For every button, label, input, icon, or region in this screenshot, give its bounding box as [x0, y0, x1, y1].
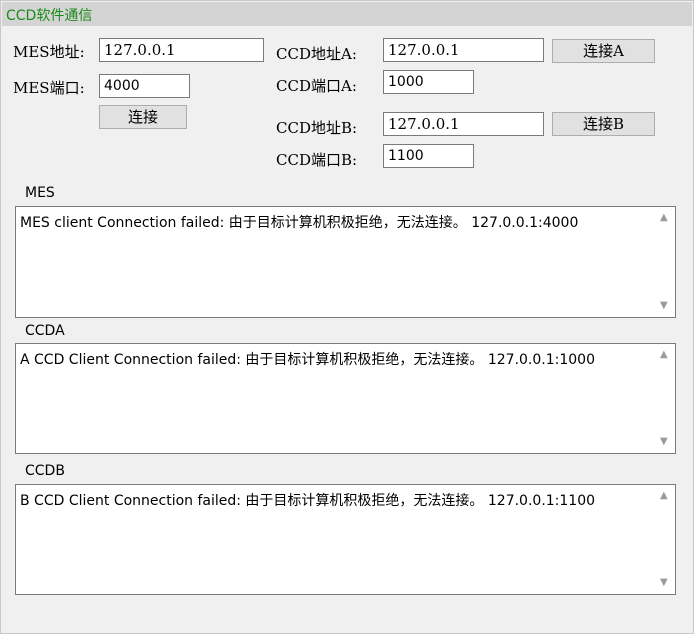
- ccda-log-scrollbar[interactable]: ▲ ▼: [655, 344, 675, 453]
- mes-port-input[interactable]: 4000: [99, 74, 190, 98]
- ccdb-log-scrollbar[interactable]: ▲ ▼: [655, 485, 675, 594]
- ccdb-log-label: CCDB: [25, 463, 65, 479]
- ccd-b-port-input[interactable]: 1100: [383, 144, 474, 168]
- ccdb-log-textarea[interactable]: B CCD Client Connection failed: 由于目标计算机积…: [15, 484, 676, 595]
- scroll-up-icon[interactable]: ▲: [660, 491, 668, 501]
- scroll-up-icon[interactable]: ▲: [660, 213, 668, 223]
- mes-port-label: MES端口:: [13, 79, 85, 97]
- ccd-b-connect-button[interactable]: 连接B: [552, 112, 655, 136]
- scroll-down-icon[interactable]: ▼: [660, 437, 668, 447]
- ccd-a-address-label: CCD地址A:: [276, 45, 357, 63]
- group-title-bar: CCD软件通信: [2, 2, 692, 26]
- ccd-b-address-label: CCD地址B:: [276, 119, 358, 137]
- ccda-log-textarea[interactable]: A CCD Client Connection failed: 由于目标计算机积…: [15, 343, 676, 454]
- mes-address-label: MES地址:: [13, 43, 85, 61]
- mes-log-scrollbar[interactable]: ▲ ▼: [655, 207, 675, 317]
- scroll-down-icon[interactable]: ▼: [660, 301, 668, 311]
- window-title: CCD软件通信: [6, 8, 93, 24]
- ccda-log-label: CCDA: [25, 323, 65, 339]
- mes-log-label: MES: [25, 185, 55, 201]
- scroll-up-icon[interactable]: ▲: [660, 350, 668, 360]
- mes-address-input[interactable]: 127.0.0.1: [99, 38, 264, 62]
- ccdb-log-text: B CCD Client Connection failed: 由于目标计算机积…: [20, 493, 596, 509]
- mes-connect-button[interactable]: 连接: [99, 105, 187, 129]
- ccd-a-address-input[interactable]: 127.0.0.1: [383, 38, 544, 62]
- ccd-b-address-input[interactable]: 127.0.0.1: [383, 112, 544, 136]
- mes-log-textarea[interactable]: MES client Connection failed: 由于目标计算机积极拒…: [15, 206, 676, 318]
- ccd-a-connect-button[interactable]: 连接A: [552, 39, 655, 63]
- ccd-a-port-input[interactable]: 1000: [383, 70, 474, 94]
- ccd-a-port-label: CCD端口A:: [276, 77, 357, 95]
- ccd-b-port-label: CCD端口B:: [276, 151, 358, 169]
- mes-log-text: MES client Connection failed: 由于目标计算机积极拒…: [20, 215, 579, 231]
- app-window: CCD软件通信 MES地址: 127.0.0.1 MES端口: 4000 连接 …: [0, 0, 694, 634]
- scroll-down-icon[interactable]: ▼: [660, 578, 668, 588]
- ccda-log-text: A CCD Client Connection failed: 由于目标计算机积…: [20, 352, 595, 368]
